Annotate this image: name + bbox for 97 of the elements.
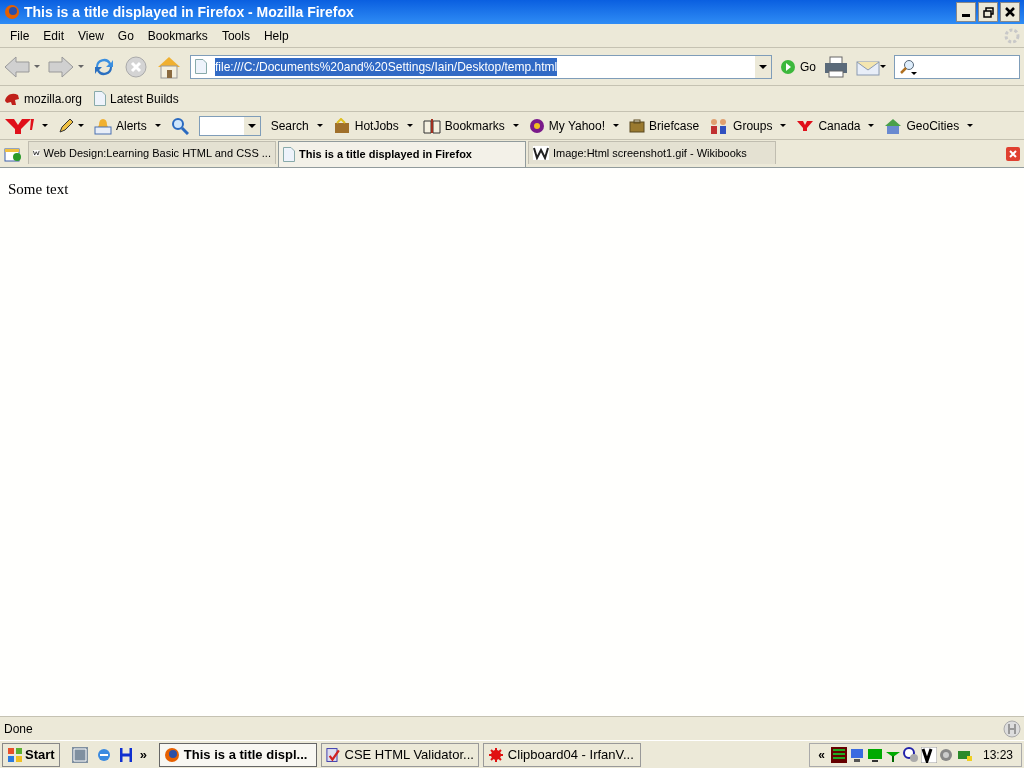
- address-field[interactable]: file:///C:/Documents%20and%20Settings/Iain/Desktop/temp.html: [190, 54, 772, 79]
- taskbar-button[interactable]: This is a title displ...: [158, 742, 317, 767]
- url-text: file:///C:/Documents%20and%20Settings/Iain/Desktop/temp.html: [215, 57, 558, 76]
- yahoo-menu-button[interactable]: [4, 116, 48, 135]
- edit-button[interactable]: [58, 117, 84, 134]
- briefcase-icon: [629, 118, 646, 133]
- pencil-icon: [58, 117, 74, 134]
- caret-icon: [967, 124, 974, 127]
- browser-tab[interactable]: This is a title displayed in Firefox: [278, 141, 526, 167]
- html-validator-status-icon: [1002, 718, 1022, 739]
- new-tab-icon: [4, 145, 22, 162]
- toolbar-button[interactable]: Groups: [709, 116, 787, 135]
- clock-text: 13:23: [982, 746, 1013, 764]
- close-button[interactable]: [1000, 2, 1020, 22]
- more-button[interactable]: »: [139, 744, 147, 765]
- letter-h-icon[interactable]: [119, 746, 132, 763]
- toolbar-button[interactable]: Search: [270, 116, 323, 135]
- menu-item[interactable]: Bookmarks: [141, 24, 214, 47]
- caret-icon: [42, 124, 48, 127]
- back-arrow-icon: [4, 55, 30, 78]
- caret-icon: [613, 124, 620, 127]
- monitor-tray-icon[interactable]: [866, 746, 883, 763]
- stop-icon: [124, 54, 148, 79]
- minimize-icon: [962, 14, 970, 17]
- toolbar-button[interactable]: Bookmarks: [422, 116, 519, 135]
- minimize-button[interactable]: [956, 2, 976, 22]
- letter-w-icon: [533, 146, 549, 160]
- search-icon: [170, 116, 189, 135]
- search-combo-box[interactable]: [198, 115, 261, 136]
- browser-tab[interactable]: Web Design:Learning Basic HTML and CSS ...: [28, 141, 276, 164]
- circle-logo-icon: [528, 117, 545, 134]
- caret-icon: [154, 124, 161, 127]
- toolbar-button[interactable]: Canada: [796, 116, 875, 135]
- menu-item[interactable]: Tools: [215, 24, 256, 47]
- window-title: This is a title displayed in Firefox - Mozilla Firefox: [24, 2, 355, 22]
- caret-icon: [34, 65, 40, 68]
- close-tab-button[interactable]: [1006, 146, 1020, 161]
- toolbar-button[interactable]: Alerts: [94, 116, 161, 135]
- firefox-icon: [163, 746, 180, 763]
- restore-icon: [982, 6, 994, 18]
- toolbar-button[interactable]: HotJobs: [332, 116, 413, 135]
- box-icon: [332, 117, 351, 134]
- toolbar-button[interactable]: My Yahoo!: [528, 116, 620, 135]
- taskbar-button[interactable]: Clipboard04 - IrfanV...: [482, 742, 641, 767]
- search-field[interactable]: [894, 54, 1020, 79]
- close-icon: [1005, 7, 1015, 17]
- menu-item[interactable]: Edit: [37, 24, 71, 47]
- grid-app-icon[interactable]: [71, 746, 88, 763]
- throbber-icon: [1004, 27, 1020, 44]
- y-logo-icon: [4, 116, 34, 135]
- taskbar-button[interactable]: CSE HTML Validator...: [320, 742, 479, 767]
- caret-icon: [880, 65, 886, 68]
- caret-icon: [512, 124, 519, 127]
- page-text: Some text: [8, 180, 70, 199]
- close-icon: [1006, 146, 1020, 161]
- restore-button[interactable]: [978, 2, 998, 22]
- caret-icon: [406, 124, 413, 127]
- letter-v-tray-icon[interactable]: [920, 746, 937, 763]
- page-icon: [94, 91, 107, 106]
- forward-arrow-icon: [48, 55, 74, 78]
- toolbar-button[interactable]: GeoCities: [884, 116, 974, 135]
- caret-icon: [78, 124, 84, 127]
- page-icon: [283, 147, 295, 162]
- house-icon: [884, 117, 903, 134]
- bookmark-link[interactable]: Latest Builds: [94, 89, 179, 108]
- caret-icon: [868, 124, 875, 127]
- search-button[interactable]: [170, 116, 189, 135]
- go-button[interactable]: Go: [780, 57, 816, 76]
- windows-logo-icon: [7, 746, 23, 763]
- browser-tab[interactable]: Image:Html screenshot1.gif - Wikibooks: [528, 141, 776, 164]
- home-icon: [156, 54, 182, 79]
- bookmark-link[interactable]: mozilla.org: [4, 89, 83, 108]
- menu-item[interactable]: Help: [257, 24, 295, 47]
- meter-tray-icon[interactable]: [830, 746, 847, 763]
- page-icon: [195, 59, 207, 74]
- caret-icon: [316, 124, 323, 127]
- start-button[interactable]: Start: [2, 742, 60, 767]
- caret-icon: [780, 124, 787, 127]
- menu-item[interactable]: View: [72, 24, 110, 47]
- book-icon: [422, 117, 441, 134]
- splat-icon: [487, 746, 504, 763]
- print-button[interactable]: [824, 55, 848, 78]
- firefox-icon: [4, 4, 20, 20]
- checkmark-document-icon: [325, 746, 341, 763]
- caret-icon: [78, 65, 84, 68]
- stop-button[interactable]: [124, 54, 148, 79]
- home-button[interactable]: [156, 54, 182, 79]
- show-hidden-icons-button[interactable]: «: [818, 745, 825, 764]
- status-text: Done: [4, 720, 34, 738]
- new-tab-button[interactable]: [4, 145, 22, 162]
- menu-item[interactable]: File: [4, 24, 36, 47]
- search-icon: [899, 58, 917, 75]
- y-logo-icon: [796, 119, 815, 132]
- menu-item[interactable]: Go: [111, 24, 140, 47]
- toolbar-button[interactable]: Briefcase: [629, 116, 700, 135]
- printer-icon: [824, 55, 848, 78]
- bell-envelope-icon: [94, 116, 112, 135]
